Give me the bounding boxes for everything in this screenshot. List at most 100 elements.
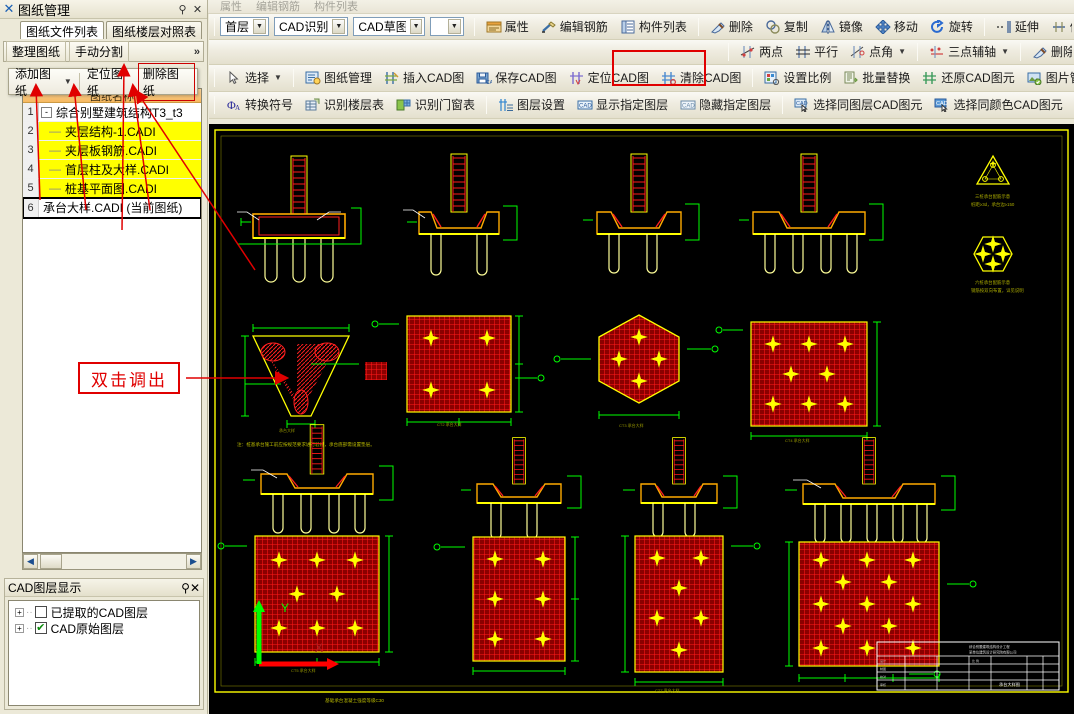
svg-text:审核: 审核 [880, 682, 886, 687]
restore-cad-entity-button[interactable]: 还原CAD图元 [917, 68, 1019, 88]
floor-combo[interactable]: 首层 ▼ [220, 17, 270, 36]
properties-icon [486, 20, 502, 34]
blank-combo[interactable]: ▼ [430, 17, 464, 36]
tree-collapse-toggle[interactable]: - [41, 106, 52, 118]
expand-icon[interactable]: + [15, 623, 24, 633]
chevron-down-icon[interactable]: ▼ [447, 19, 461, 34]
chevron-down-icon[interactable]: ▼ [409, 19, 423, 34]
menu-divider [78, 73, 80, 90]
pin-icon[interactable]: ⚲ [181, 581, 190, 595]
table-row[interactable]: 3 — 夹层板钢筋.CADI [23, 141, 201, 160]
copy-button[interactable]: 复制 [760, 17, 813, 37]
hide-specified-layer-button[interactable]: CAD 隐藏指定图层 [675, 95, 776, 115]
image-manage-icon [1027, 71, 1043, 85]
x-close-icon[interactable]: ✕ [2, 1, 16, 17]
tab-drawing-floor-table[interactable]: 图纸楼层对照表 [106, 21, 203, 39]
table-row-current[interactable]: 6 承台大样.CADI (当前图纸) [23, 197, 201, 219]
batch-replace-button[interactable]: 批量替换 [838, 68, 915, 88]
organize-drawings-button[interactable]: 整理图纸 [6, 41, 67, 62]
svg-text:承台大样: 承台大样 [279, 427, 295, 433]
layer-settings-button[interactable]: 图层设置 [493, 95, 570, 115]
drawing-manage-icon [305, 71, 321, 85]
extend-button[interactable]: 延伸 [991, 17, 1044, 37]
panel-toolbar: 整理图纸 手动分割 » [3, 41, 204, 62]
rotate-button[interactable]: 旋转 [925, 17, 978, 37]
manual-split-button[interactable]: 手动分割 [69, 41, 130, 62]
delete-drawing-button[interactable]: 删除图纸 [137, 62, 195, 101]
grid-horizontal-scrollbar[interactable]: ◀ ▶ [22, 553, 202, 570]
delete-button[interactable]: 删除 [705, 17, 758, 37]
drawing-manage-button[interactable]: 图纸管理 [300, 68, 377, 88]
select-same-layer-cad-button[interactable]: CAD 选择同图层CAD图元 [789, 95, 927, 115]
checkbox-unchecked[interactable] [34, 606, 47, 618]
trim-button[interactable]: 修剪 [1046, 17, 1073, 37]
tree-branch-dash: — [49, 181, 61, 195]
chevron-right-icon[interactable]: ▶ [186, 554, 201, 569]
properties-button[interactable]: 属性 [481, 17, 534, 37]
add-drawing-button[interactable]: 添加图纸 ▼ [11, 63, 76, 101]
recognize-floor-table-button[interactable]: 识别楼层表 [300, 95, 389, 115]
image-manage-button[interactable]: 图片管理 ▼ [1022, 68, 1074, 88]
row-label-cell[interactable]: — 桩基平面图.CADI [39, 179, 201, 197]
two-point-button[interactable]: 两点 [735, 42, 788, 62]
svg-text:设计: 设计 [880, 658, 886, 663]
chevron-down-icon[interactable]: ▼ [332, 19, 346, 34]
close-icon[interactable]: ✕ [190, 3, 205, 16]
table-row[interactable]: 1 - 综合别墅建筑结构T3_t3 [23, 103, 201, 122]
parallel-button[interactable]: 平行 [790, 42, 843, 62]
select-tool-button[interactable]: 选择 ▼ [221, 68, 287, 88]
set-scale-button[interactable]: 设置比例 [759, 68, 836, 88]
drawing-file-grid[interactable]: 图纸名称 1 - 综合别墅建筑结构T3_t3 2 — 夹层结构-1.CADI 3… [22, 88, 202, 553]
mirror-button[interactable]: 镜像 [815, 17, 868, 37]
cad-layer-panel-title: CAD图层显示 [8, 581, 82, 595]
table-row[interactable]: 2 — 夹层结构-1.CADI [23, 122, 201, 141]
point-angle-button[interactable]: 点角 ▼ [845, 42, 911, 62]
delete-axis-button[interactable]: 删除 [1027, 42, 1073, 62]
insert-cad-button[interactable]: 插入CAD图 [379, 68, 469, 88]
layer-item-original[interactable]: + ·· ✔ CAD原始图层 [15, 620, 199, 636]
cad-layer-tree[interactable]: + ·· 已提取的CAD图层 + ·· ✔ CAD原始图层 [8, 600, 200, 706]
row-number: 6 [23, 198, 39, 217]
chevron-down-icon[interactable]: ▼ [274, 70, 282, 86]
show-specified-layer-button[interactable]: CAD 显示指定图层 [572, 95, 673, 115]
expand-icon[interactable]: + [15, 607, 24, 617]
cad-sketch-combo[interactable]: CAD草图 ▼ [353, 17, 426, 36]
pin-icon[interactable]: ⚲ [175, 3, 190, 16]
table-row[interactable]: 5 — 桩基平面图.CADI [23, 179, 201, 198]
two-point-icon [740, 45, 756, 59]
three-point-axis-button[interactable]: 三点辅轴 ▼ [924, 42, 1014, 62]
locate-drawing-button[interactable]: 定位图纸 [83, 63, 138, 101]
chevron-down-icon[interactable]: ▼ [253, 19, 267, 34]
svg-text:六桩承台配筋示意: 六桩承台配筋示意 [975, 279, 1011, 286]
row-label-cell[interactable]: — 夹层板钢筋.CADI [39, 141, 201, 159]
save-cad-button[interactable]: CAD 保存CAD图 [471, 68, 561, 88]
move-button[interactable]: 移动 [870, 17, 923, 37]
close-icon[interactable]: ✕ [190, 581, 200, 595]
chevron-down-icon[interactable]: ▼ [64, 77, 72, 86]
row-label-cell[interactable]: 承台大样.CADI (当前图纸) [39, 198, 201, 217]
chevron-down-icon[interactable]: ▼ [1001, 44, 1009, 60]
table-row[interactable]: 4 — 首层柱及大样.CADI [23, 160, 201, 179]
chevron-left-icon[interactable]: ◀ [23, 554, 38, 569]
layer-item-extracted[interactable]: + ·· 已提取的CAD图层 [15, 604, 199, 620]
cad-drawing-canvas[interactable]: 承台大样 注：桩基承台施工前应按规范要求进行验槽，承台底部需设置垫层。 CT2 … [209, 124, 1074, 714]
cad-recognize-combo[interactable]: CAD识别 ▼ [274, 17, 349, 36]
chevron-down-icon[interactable]: ▼ [898, 44, 906, 60]
convert-symbol-button[interactable]: Φ A 转换符号 [221, 95, 298, 115]
trim-icon [1051, 20, 1067, 34]
drawing-name: 桩基平面图.CADI [65, 181, 158, 196]
clear-cad-highlight-box [612, 50, 706, 86]
checkbox-checked[interactable]: ✔ [34, 622, 47, 634]
row-label-cell[interactable]: — 首层柱及大样.CADI [39, 160, 201, 178]
member-list-button[interactable]: 构件列表 [615, 17, 692, 37]
svg-text:注：桩基承台施工前应按规范要求进行验槽，承台底部需设置垫层。: 注：桩基承台施工前应按规范要求进行验槽，承台底部需设置垫层。 [237, 441, 375, 448]
edit-rebar-button[interactable]: 编辑钢筋 [536, 17, 613, 37]
row-label-cell[interactable]: - 综合别墅建筑结构T3_t3 [39, 103, 201, 121]
row-label-cell[interactable]: — 夹层结构-1.CADI [39, 122, 201, 140]
tab-drawing-file-list[interactable]: 图纸文件列表 [20, 21, 105, 39]
recognize-door-window-table-button[interactable]: 识别门窗表 [391, 95, 480, 115]
toolbar-overflow-chevron[interactable]: » [194, 46, 200, 58]
scrollbar-thumb[interactable] [40, 554, 62, 569]
convert-symbol-icon: Φ A [226, 98, 242, 112]
select-same-color-cad-button[interactable]: CAD 选择同颜色CAD图元 [929, 95, 1067, 115]
